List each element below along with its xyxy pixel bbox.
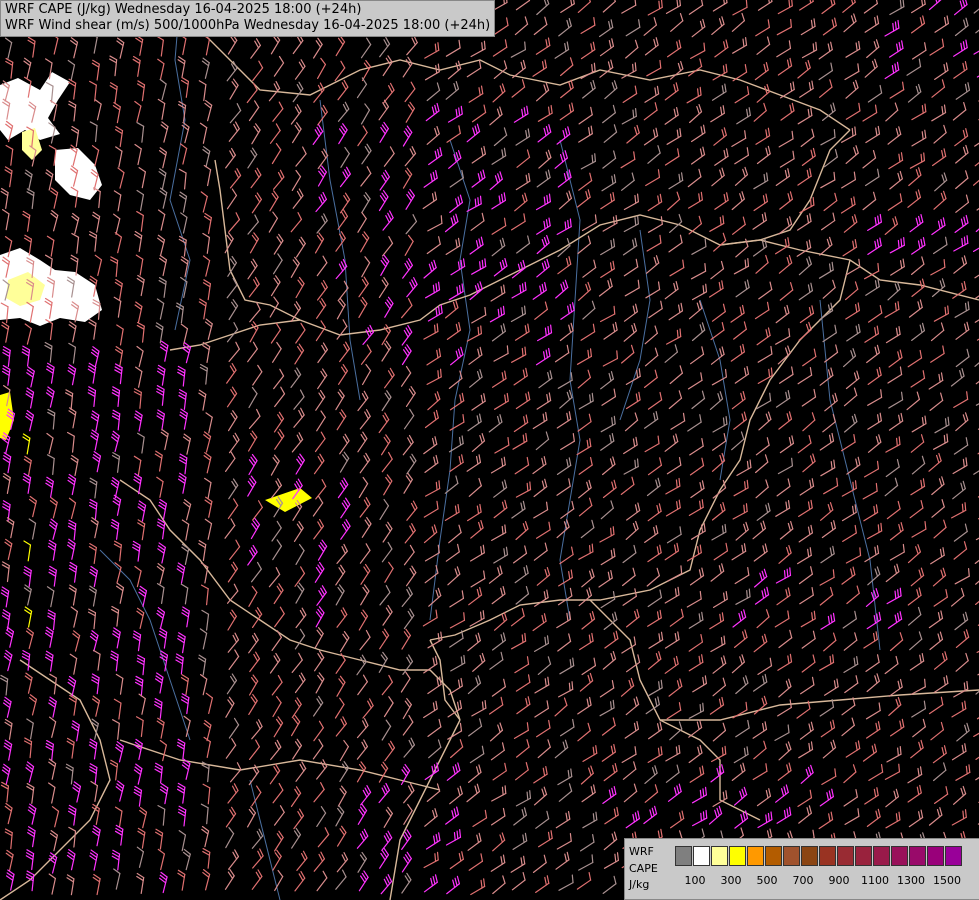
legend-color-scale [675, 846, 963, 866]
legend-tick: 300 [720, 874, 742, 887]
legend-tick: 1100 [861, 874, 889, 887]
legend-swatch [675, 846, 692, 866]
map-background [0, 0, 979, 900]
legend-swatch [837, 846, 854, 866]
cape-title: WRF CAPE (J/kg) Wednesday 16-04-2025 18:… [5, 2, 362, 17]
legend-unit-label: J/kg [629, 878, 650, 891]
legend-swatch [729, 846, 746, 866]
legend-swatch [765, 846, 782, 866]
legend-tick-labels: 100 300 500 700 900 1100 1300 1500 [675, 875, 975, 889]
legend-tick: 1300 [897, 874, 925, 887]
legend-swatch [693, 846, 710, 866]
legend-swatch [747, 846, 764, 866]
legend-swatch [801, 846, 818, 866]
legend-swatch [945, 846, 962, 866]
legend-tick: 500 [756, 874, 778, 887]
legend-tick: 700 [792, 874, 814, 887]
legend-swatch [891, 846, 908, 866]
weather-map [0, 0, 979, 900]
legend-swatch [855, 846, 872, 866]
cape-legend: WRF CAPE J/kg 100 300 500 700 900 1100 1300 150… [624, 838, 979, 900]
map-title: WRF CAPE (J/kg) Wednesday 16-04-2025 18:… [0, 0, 496, 37]
legend-swatch [819, 846, 836, 866]
legend-model-label: WRF [629, 845, 654, 858]
legend-swatch [783, 846, 800, 866]
legend-swatch [927, 846, 944, 866]
legend-swatch [909, 846, 926, 866]
legend-tick: 900 [828, 874, 850, 887]
legend-tick: 100 [684, 874, 706, 887]
legend-tick: 1500 [933, 874, 961, 887]
legend-swatch [873, 846, 890, 866]
legend-variable-label: CAPE [629, 862, 658, 875]
wind-shear-title: WRF Wind shear (m/s) 500/1000hPa Wednesd… [5, 18, 491, 33]
legend-swatch [711, 846, 728, 866]
